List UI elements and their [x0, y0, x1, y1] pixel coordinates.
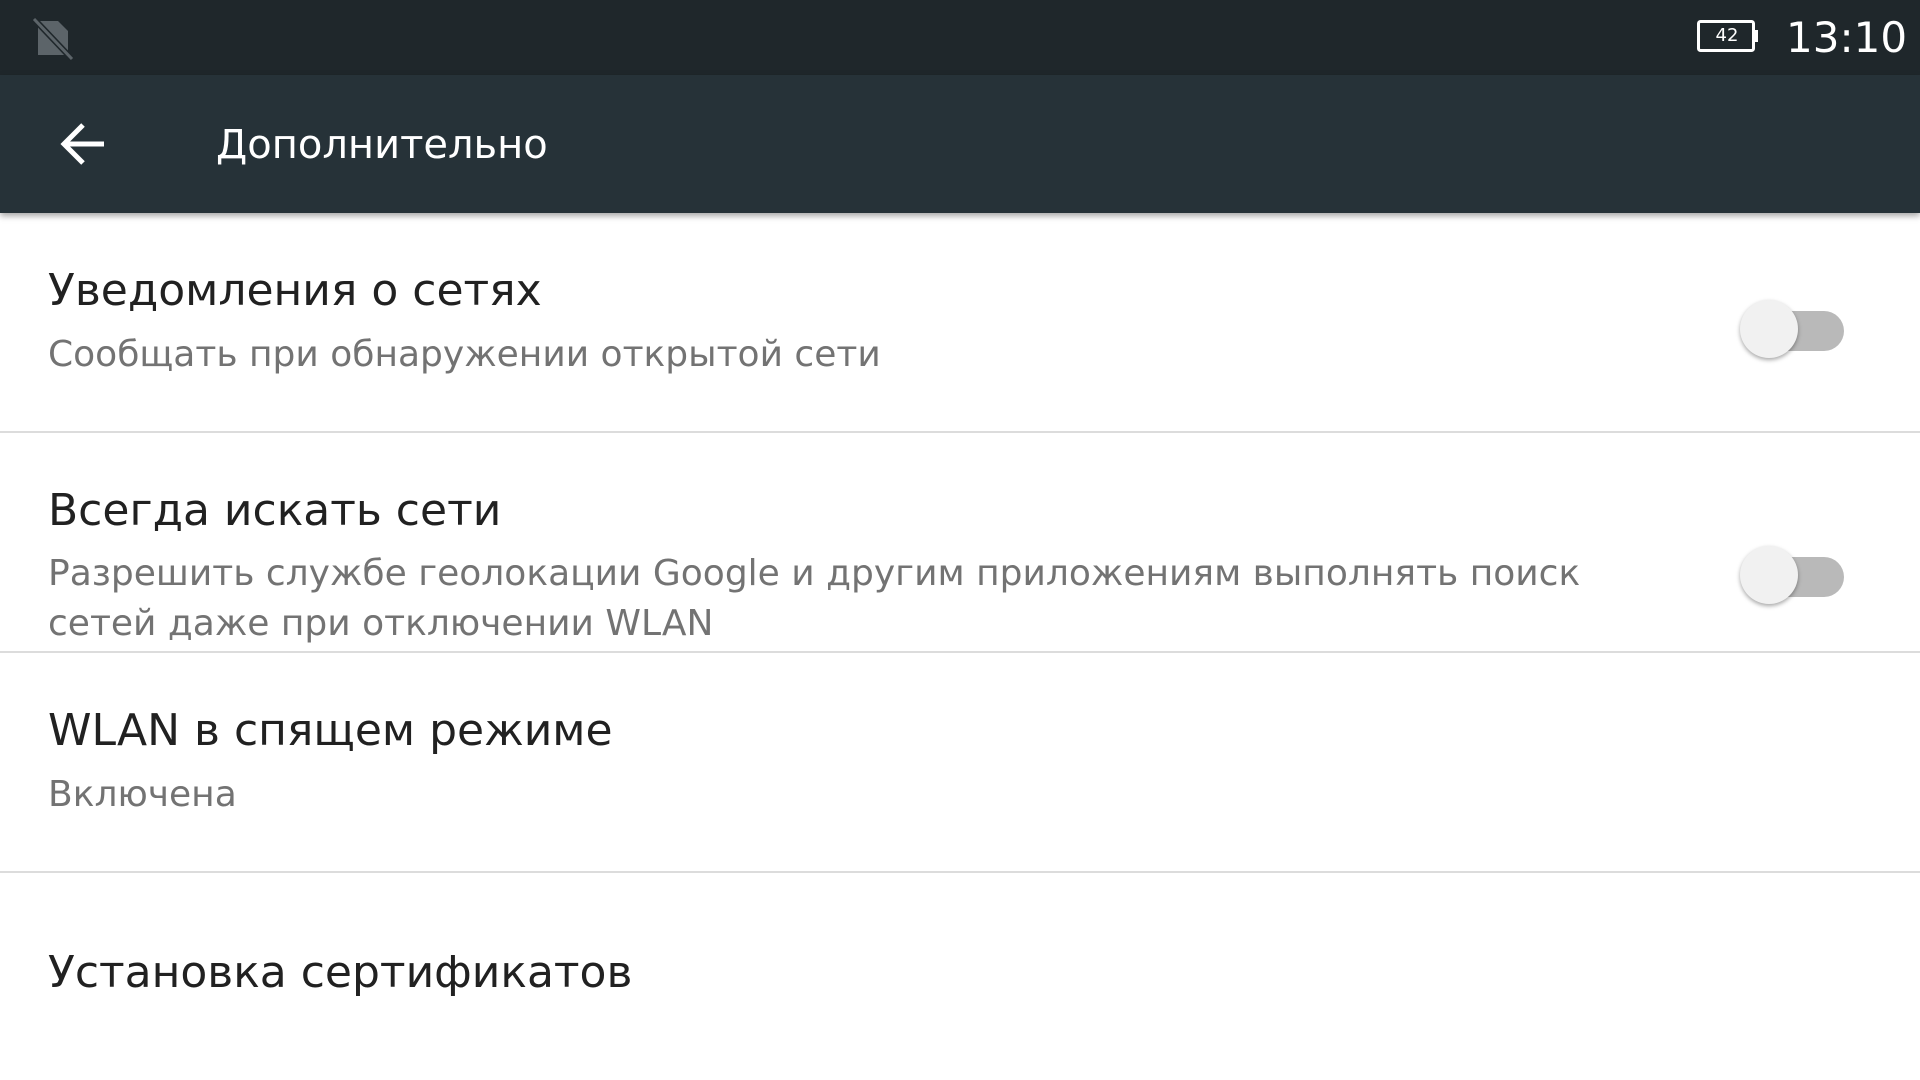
switch-thumb — [1740, 546, 1798, 604]
setting-summary: Сообщать при обнаружении открытой сети — [48, 334, 881, 375]
status-bar: 42 13:10 — [0, 0, 1920, 75]
always-scan-switch[interactable] — [1740, 538, 1844, 604]
setting-title: Установка сертификатов — [48, 947, 633, 998]
setting-title: Всегда искать сети — [48, 485, 502, 536]
setting-always-scan[interactable]: Всегда искать сети Разрешить службе геол… — [0, 433, 1920, 653]
setting-title: WLAN в спящем режиме — [48, 705, 613, 756]
setting-summary: Включена — [48, 774, 237, 815]
page-title: Дополнительно — [216, 122, 548, 168]
setting-install-certificates[interactable]: Установка сертификатов — [0, 873, 1920, 1080]
app-bar: Дополнительно — [0, 75, 1920, 213]
setting-title: Уведомления о сетях — [48, 265, 542, 316]
clock: 13:10 — [1786, 13, 1908, 62]
battery-level: 42 — [1715, 25, 1739, 46]
setting-network-notifications[interactable]: Уведомления о сетях Сообщать при обнаруж… — [0, 213, 1920, 433]
no-sim-icon — [30, 15, 75, 62]
network-notifications-switch[interactable] — [1740, 292, 1844, 358]
back-button[interactable] — [38, 101, 128, 187]
setting-summary: Разрешить службе геолокации Google и дру… — [48, 553, 1581, 644]
switch-thumb — [1740, 300, 1798, 358]
setting-wlan-sleep[interactable]: WLAN в спящем режиме Включена — [0, 653, 1920, 873]
settings-list: Уведомления о сетях Сообщать при обнаруж… — [0, 213, 1920, 1080]
